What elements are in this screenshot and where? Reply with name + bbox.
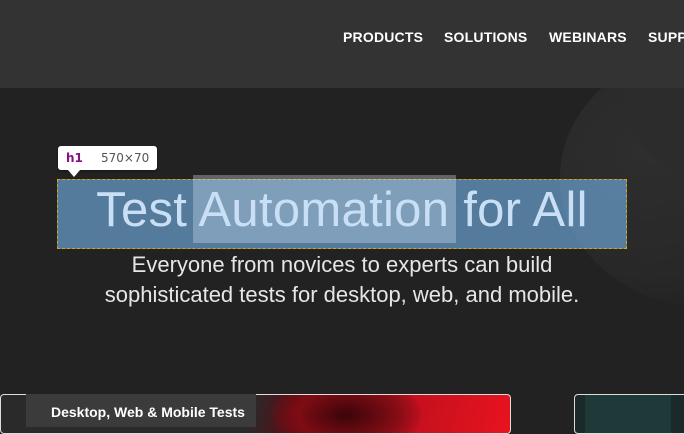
nav-item-products[interactable]: PRODUCTS: [343, 29, 423, 45]
inspector-dimensions: 570×70: [101, 151, 150, 165]
feature-card-next[interactable]: [574, 394, 684, 434]
nav-item-support[interactable]: SUPP: [648, 29, 684, 45]
nav-item-solutions[interactable]: SOLUTIONS: [444, 29, 527, 45]
hero-subtitle: Everyone from novices to experts can bui…: [40, 250, 644, 310]
devtools-inspector-tooltip: h1 570×70: [58, 146, 157, 170]
main-nav: PRODUCTS SOLUTIONS WEBINARS SUPP: [0, 29, 684, 47]
tooltip-pointer-icon: [68, 170, 80, 177]
hero-title: Test Automation for All: [96, 183, 588, 237]
inspector-tag-name: h1: [66, 151, 83, 165]
nav-item-webinars[interactable]: WEBINARS: [549, 29, 627, 45]
top-navigation-bar: PRODUCTS SOLUTIONS WEBINARS SUPP: [0, 0, 684, 88]
hero-subtitle-line-1: Everyone from novices to experts can bui…: [131, 252, 553, 277]
feature-card-label[interactable]: Desktop, Web & Mobile Tests: [26, 394, 256, 427]
card-artwork: [271, 395, 421, 433]
card-artwork-teal: [585, 395, 671, 433]
hero-subtitle-line-2: sophisticated tests for desktop, web, an…: [104, 282, 580, 307]
